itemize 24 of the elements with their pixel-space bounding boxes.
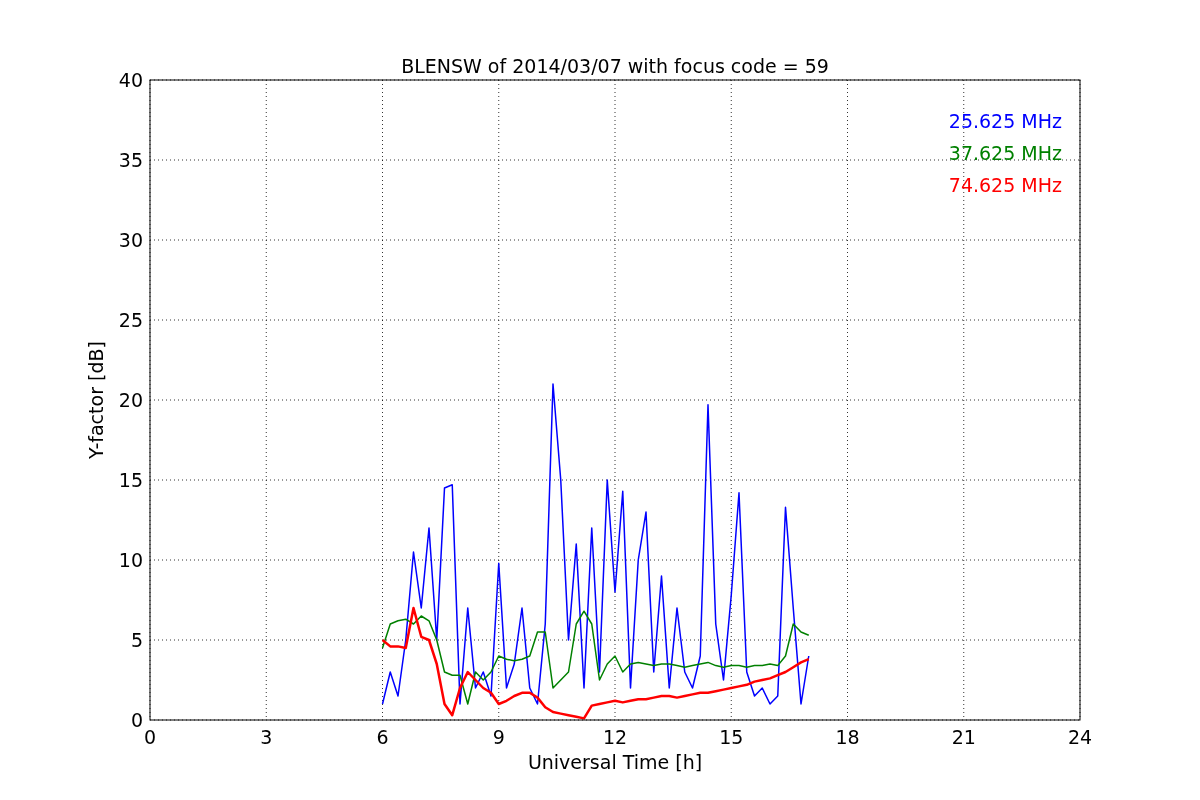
x-tick-label: 12: [602, 726, 628, 748]
x-tick-label: 24: [1067, 726, 1093, 748]
x-tick-label: 0: [143, 726, 157, 748]
x-tick-label: 21: [951, 726, 976, 748]
y-tick-label: 35: [118, 149, 143, 171]
y-tick-label: 10: [118, 549, 143, 571]
x-tick-label: 18: [835, 726, 860, 748]
legend-label: 37.625 MHz: [948, 142, 1062, 164]
legend-label: 74.625 MHz: [948, 174, 1062, 196]
chart-title: BLENSW of 2014/03/07 with focus code = 59: [401, 55, 829, 77]
x-tick-label: 15: [719, 726, 744, 748]
y-axis-label: Y-factor [dB]: [85, 341, 107, 459]
y-tick-label: 0: [130, 709, 143, 731]
y-tick-label: 40: [118, 69, 143, 91]
x-axis-label: Universal Time [h]: [527, 751, 703, 773]
legend-label: 25.625 MHz: [948, 110, 1062, 132]
y-tick-label: 25: [118, 309, 143, 331]
x-tick-label: 3: [260, 726, 273, 748]
x-tick-label: 9: [492, 726, 505, 748]
x-tick-label: 6: [376, 726, 389, 748]
y-tick-label: 30: [118, 229, 143, 251]
y-tick-label: 5: [130, 629, 143, 651]
y-tick-label: 20: [118, 389, 143, 411]
y-tick-label: 15: [118, 469, 143, 491]
